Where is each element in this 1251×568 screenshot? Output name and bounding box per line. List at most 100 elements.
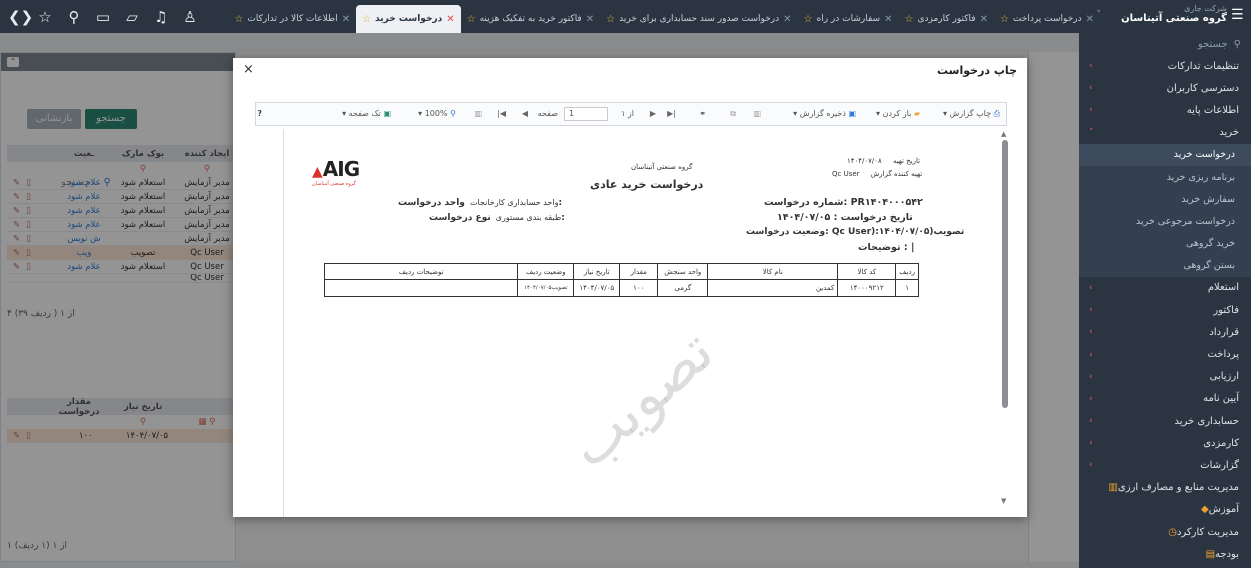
sidebar-item-user-access[interactable]: دسترسی کاربران ‹ (1079, 77, 1251, 99)
zoom-icon: ⚲ (450, 109, 456, 118)
single-page-button[interactable]: ▾ تک صفحه ▣ (342, 109, 391, 118)
close-icon[interactable]: ✕ (783, 14, 791, 25)
tab-payment-request[interactable]: ✕ درخواست پرداخت ☆ (994, 5, 1100, 33)
tab-accounting-voucher-request[interactable]: ✕ درخواست صدور سند حسابداری برای خرید ☆ (600, 5, 797, 33)
sidebar-item-budget[interactable]: بودجه ▤ (1079, 543, 1251, 565)
star-icon[interactable]: ☆ (234, 14, 243, 25)
report-title: درخواست خرید عادی (590, 178, 704, 191)
report-page: گروه صنعتی آتیناسان درخواست خرید عادی ۱۴… (283, 129, 983, 517)
chevron-down-icon: ˅ (1089, 127, 1094, 138)
table-row: ۱ ۱۴۰۰۰۹۲۱۲ کمدین گرمی ۱۰۰ ۱۴۰۴/۰۷/۰۵ تص… (323, 279, 919, 297)
sidebar-item-purchase-request[interactable]: درخواست خرید (1079, 143, 1251, 166)
star-icon[interactable]: ☆ (467, 14, 476, 25)
view-icon[interactable]: ▥ (753, 109, 761, 118)
chevron-down-icon[interactable]: ˅ (1097, 10, 1102, 20)
sidebar-item-payment[interactable]: پرداخت ‹ (1079, 343, 1251, 365)
sidebar-item-purchase-accounting[interactable]: حسابداری خرید ‹ (1079, 410, 1251, 432)
star-icon[interactable]: ☆ (804, 14, 813, 25)
tab-procurement-item-info[interactable]: ✕ اطلاعات کالا در تدارکات ☆ (228, 5, 356, 33)
company-label: شرکت جاری (1184, 4, 1227, 13)
tab-bar: ✕ درخواست پرداخت ☆ ✕ فاکتور کارمزدی ☆ ✕ سفارش… (234, 5, 1100, 33)
user-icon[interactable]: ♙ (182, 8, 198, 26)
layout-icon[interactable]: ▥ (474, 109, 482, 118)
print-date: ۱۴۰۴/۰۷/۰۸ تاریخ تهیه (847, 157, 921, 165)
scroll-down-icon[interactable]: ▼ (1001, 497, 1006, 505)
sidebar-item-fx-management[interactable]: مدیریت منابع و مصارف ارزی ▥ (1079, 477, 1251, 499)
open-button[interactable]: ▾ باز کردن ▰ (876, 109, 920, 118)
pin-icon[interactable]: ⚲ (66, 8, 82, 26)
close-icon[interactable]: ✕ (884, 14, 892, 25)
expand-icon[interactable]: ❮❯ (8, 8, 33, 26)
star-icon[interactable]: ☆ (904, 14, 913, 25)
folder-icon[interactable]: ▱ (124, 8, 140, 26)
system-icons: ❮❯ ☆ ⚲ ▭ ▱ ♫ ♙ (8, 0, 198, 33)
bell-icon[interactable]: ♫ (153, 8, 169, 26)
sidebar-search-input[interactable]: ⚲ جستجو (1079, 33, 1251, 55)
close-button[interactable]: × (243, 62, 254, 77)
sidebar-item-contract[interactable]: قرارداد ‹ (1079, 321, 1251, 343)
sidebar-item-return-request[interactable]: درخواست مرجوعی خرید (1079, 210, 1251, 233)
close-icon[interactable]: ✕ (342, 14, 350, 25)
help-button[interactable]: ? (257, 109, 262, 118)
chevron-left-icon: ‹ (1089, 105, 1093, 116)
close-icon[interactable]: ✕ (446, 14, 454, 25)
tab-invoice-by-cost[interactable]: ✕ فاکتور خرید به تفکیک هزینه ☆ (461, 5, 601, 33)
star-icon[interactable]: ☆ (1000, 14, 1009, 25)
sidebar-item-invoice[interactable]: فاکتور ‹ (1079, 299, 1251, 321)
save-icon: ▣ (848, 109, 856, 118)
request-type: طبقه بندی مستوری نوع درخواست: (429, 213, 565, 223)
sidebar-item-regulations[interactable]: آیین نامه ‹ (1079, 388, 1251, 410)
close-icon[interactable]: ✕ (980, 14, 988, 25)
request-status: وضعیت درخواست: Qc User):۱۴۰۴/۰۷/۰۵)تصویب (746, 227, 965, 237)
zoom-select[interactable]: ▾ 100% ⚲ (418, 109, 456, 118)
sidebar-item-base-info[interactable]: اطلاعات پایه ‹ (1079, 99, 1251, 121)
company-selector[interactable]: شرکت جاری گروه صنعتی آتیناسان (1107, 4, 1227, 24)
sidebar-item-group-purchase[interactable]: خرید گروهی (1079, 232, 1251, 255)
sidebar-item-purchase[interactable]: خرید ˅ (1079, 122, 1251, 144)
report-company: گروه صنعتی آتیناسان (631, 163, 693, 171)
star-icon[interactable]: ☆ (606, 14, 615, 25)
request-number: شماره درخواست: PR۱۴۰۴۰۰۰۵۴۲ (764, 197, 923, 208)
sidebar-item-procurement-settings[interactable]: تنظیمات تدارکات ‹ (1079, 55, 1251, 77)
star-icon[interactable]: ☆ (362, 14, 371, 25)
copy-icon[interactable]: ⧉ (730, 109, 736, 119)
sidebar-item-commission[interactable]: کارمزدی ‹ (1079, 432, 1251, 454)
scrollbar-thumb[interactable] (1002, 140, 1008, 408)
report-scrollbar[interactable]: ▲ ▼ (1001, 130, 1009, 505)
tab-purchase-request[interactable]: ✕ درخواست خرید ☆ (356, 5, 461, 33)
request-notes: توضیحات : | (858, 242, 915, 253)
save-report-button[interactable]: ▾ ذخیره گزارش ▣ (793, 109, 856, 118)
close-icon[interactable]: ✕ (1086, 14, 1094, 25)
sidebar-item-training[interactable]: آموزش ◆ (1079, 499, 1251, 521)
folder-icon: ▰ (913, 109, 920, 118)
last-page-icon[interactable]: ▶| (667, 109, 676, 118)
graduation-icon: ◆ (1200, 504, 1209, 516)
tab-commission-invoice[interactable]: ✕ فاکتور کارمزدی ☆ (898, 5, 993, 33)
chevron-left-icon: ‹ (1089, 371, 1093, 382)
monitor-icon[interactable]: ▭ (95, 8, 111, 26)
sidebar-item-inquiry[interactable]: استعلام ‹ (1079, 277, 1251, 299)
sidebar-item-group-close[interactable]: بستن گروهی (1079, 254, 1251, 277)
prev-page-icon[interactable]: ◀ (522, 109, 528, 118)
find-icon[interactable]: ⚭ (699, 109, 706, 118)
first-page-icon[interactable]: |◀ (497, 109, 506, 118)
sidebar-item-purchase-order[interactable]: سفارش خرید (1079, 188, 1251, 211)
next-page-icon[interactable]: ▶ (650, 109, 656, 118)
sidebar-item-workload[interactable]: مدیریت کارکرد ◷ (1079, 521, 1251, 543)
request-unit: واحد حسابداری کارخانجات واحد درخواست: (398, 198, 563, 208)
tab-orders-in-transit[interactable]: ✕ سفارشات در راه ☆ (798, 5, 899, 33)
sidebar-item-reports[interactable]: گزارشات ‹ (1079, 454, 1251, 476)
star-icon[interactable]: ☆ (37, 8, 53, 26)
company-name: گروه صنعتی آتیناسان (1121, 13, 1227, 24)
chevron-left-icon: ‹ (1089, 438, 1093, 449)
table-header: ردیف کد کالا نام کالا واحد سنجش مقدار تا… (323, 263, 919, 280)
menu-icon[interactable]: ☰ (1231, 7, 1247, 23)
search-icon: ⚲ (1233, 38, 1241, 50)
sidebar-item-evaluation[interactable]: ارزیابی ‹ (1079, 366, 1251, 388)
company-logo: ▲AIG گروه صنعتی آتیناسان (312, 157, 360, 187)
close-icon[interactable]: ✕ (586, 14, 594, 25)
page-input[interactable]: 1 (564, 107, 608, 121)
scroll-up-icon[interactable]: ▲ (1001, 130, 1006, 138)
sidebar-item-purchase-planning[interactable]: برنامه ریزی خرید (1079, 165, 1251, 189)
print-report-button[interactable]: ▾ چاپ گزارش ⎙ (943, 109, 1000, 119)
